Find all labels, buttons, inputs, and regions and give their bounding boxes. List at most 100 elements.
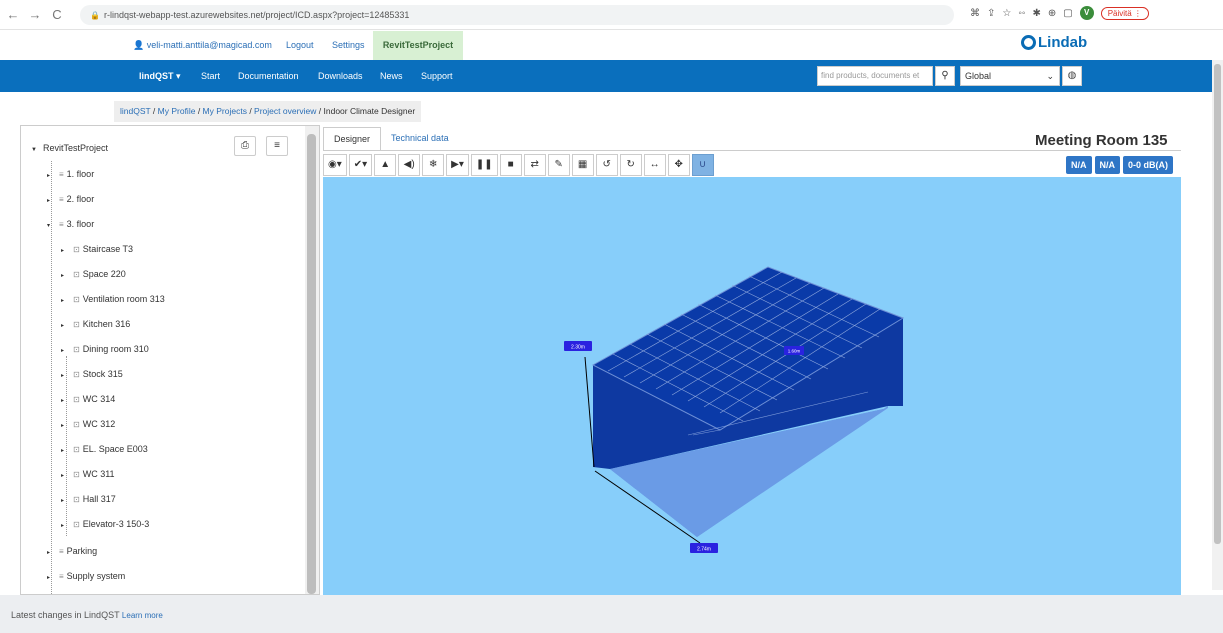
back-icon[interactable]: ← (4, 7, 22, 22)
url-text: r-lindqst-webapp-test.azurewebsites.net/… (103, 10, 410, 20)
room-icon: ⊡ (73, 370, 80, 379)
redo-icon[interactable]: ↻ (619, 154, 642, 176)
check-icon[interactable]: ✔▾ (348, 154, 373, 176)
settings-link[interactable]: Settings (332, 40, 365, 50)
tree-floor-3[interactable]: ▾ ≡ 3. floor (47, 219, 94, 229)
space-label: Hall 317 (82, 494, 116, 504)
move-icon[interactable]: ✥ (667, 154, 690, 176)
warning-icon[interactable]: ▲ (374, 154, 397, 176)
translate-icon[interactable]: ⌘ (970, 8, 980, 19)
extensions-icon[interactable]: ✱ (1032, 8, 1040, 19)
star-icon[interactable]: ☆ (1002, 8, 1011, 19)
space-label: WC 312 (82, 419, 116, 429)
play-icon[interactable]: ▶▾ (446, 154, 469, 176)
tree-space[interactable]: ▸ ⊡ Dining room 310 (61, 344, 149, 354)
tree-root-label: RevitTestProject (42, 143, 108, 153)
floor-label: 2. floor (66, 194, 95, 204)
tree-space[interactable]: ▸ ⊡ Staircase T3 (61, 244, 133, 254)
tree-floor-1[interactable]: ▸ ≡ 1. floor (47, 169, 94, 179)
tab-technical-data[interactable]: Technical data (381, 127, 459, 151)
magnet-icon[interactable]: ∪ (691, 154, 714, 176)
tree-space[interactable]: ▸ ⊡ WC 312 (61, 419, 115, 429)
floor-icon: ≡ (59, 220, 64, 229)
learn-more-link[interactable]: Learn more (122, 611, 163, 620)
project-tab[interactable]: RevitTestProject (373, 31, 463, 60)
sound-icon[interactable]: ◀) (398, 154, 421, 176)
status-badge: N/A (1094, 156, 1120, 174)
tree-space[interactable]: ▸ ⊡ EL. Space E003 (61, 444, 148, 454)
breadcrumb-overview[interactable]: Project overview (254, 106, 316, 116)
resize-horizontal-icon[interactable]: ↔ (643, 154, 666, 176)
collapsed-icon: ▸ (61, 473, 65, 479)
status-badge: N/A (1066, 156, 1092, 174)
breadcrumb-profile[interactable]: My Profile (158, 106, 196, 116)
tree-scrollbar[interactable] (305, 126, 319, 594)
download-icon[interactable]: ⊕ (1048, 8, 1056, 19)
tree-space[interactable]: ▸ ⊡ WC 314 (61, 394, 115, 404)
update-button[interactable]: Päivitä ⋮ (1100, 6, 1149, 20)
main-navbar: lindQST ▾ Start Documentation Downloads … (0, 60, 1212, 92)
tree-space[interactable]: ▸ ⊡ Stock 315 (61, 369, 123, 379)
search-icon[interactable]: ⚲ (935, 66, 955, 86)
tree-space[interactable]: ▸ ⊡ Ventilation room 313 (61, 294, 165, 304)
print-button[interactable]: ⎙ (234, 136, 256, 156)
undo-icon[interactable]: ↺ (595, 154, 618, 176)
floor-icon: ≡ (59, 547, 64, 556)
tree-space[interactable]: ▸ ⊡ Elevator-3 150-3 (61, 519, 149, 529)
room-3d-canvas[interactable]: 2.30m 1.60m 2.74m (323, 177, 1181, 595)
room-icon: ⊡ (73, 395, 80, 404)
stop-icon[interactable]: ■ (499, 154, 522, 176)
space-label: Dining room 310 (82, 344, 149, 354)
address-bar[interactable]: 🔒 r-lindqst-webapp-test.azurewebsites.net… (80, 5, 954, 25)
tree-scroll-thumb[interactable] (307, 134, 316, 594)
pencil-icon[interactable]: ✎ (547, 154, 570, 176)
forward-icon[interactable]: → (26, 7, 44, 22)
space-label: Space 220 (82, 269, 126, 279)
globe-icon[interactable]: ◍ (1062, 66, 1082, 86)
tabs-divider (323, 150, 1181, 151)
floor-icon: ≡ (59, 195, 64, 204)
reload-icon[interactable]: C (48, 7, 66, 22)
view-eye-icon[interactable]: ◉▾ (323, 154, 347, 176)
browser-toolbar: ← → C 🔒 r-lindqst-webapp-test.azurewebsit… (0, 0, 1223, 30)
region-select[interactable]: Global ⌄ (960, 66, 1060, 86)
swap-icon[interactable]: ⇄ (523, 154, 546, 176)
page-scroll-thumb[interactable] (1214, 64, 1221, 544)
page-scrollbar[interactable] (1212, 60, 1223, 590)
room-title: Meeting Room 135 (1035, 132, 1168, 149)
sidepanel-icon[interactable]: ▢ (1063, 8, 1072, 19)
nav-documentation[interactable]: Documentation (238, 71, 299, 81)
tree-floor-2[interactable]: ▸ ≡ 2. floor (47, 194, 94, 204)
lindab-logo[interactable]: Lindab (1021, 34, 1087, 51)
collapsed-icon: ▸ (47, 550, 51, 556)
collapsed-icon: ▸ (61, 298, 65, 304)
tree-space[interactable]: ▸ ⊡ Hall 317 (61, 494, 116, 504)
tree-space[interactable]: ▸ ⊡ Kitchen 316 (61, 319, 130, 329)
tab-search-icon[interactable]: ◦◦ (1018, 8, 1025, 19)
menu-button[interactable]: ≡ (266, 136, 288, 156)
tree-space[interactable]: ▸ ⊡ WC 311 (61, 469, 115, 479)
tree-space[interactable]: ▸ ⊡ Space 220 (61, 269, 126, 279)
nav-downloads[interactable]: Downloads (318, 71, 363, 81)
space-label: Staircase T3 (82, 244, 134, 254)
share-icon[interactable]: ⇪ (987, 8, 995, 19)
user-email[interactable]: 👤 veli-matti.anttila@magicad.com (133, 40, 272, 51)
logout-link[interactable]: Logout (286, 40, 314, 50)
pause-icon[interactable]: ❚❚ (470, 154, 498, 176)
tree-supply-system[interactable]: ▸ ≡ Supply system (47, 571, 125, 581)
nav-brand[interactable]: lindQST ▾ (139, 71, 181, 82)
snowflake-icon[interactable]: ❄ (422, 154, 445, 176)
nav-news[interactable]: News (380, 71, 403, 81)
tab-designer[interactable]: Designer (323, 127, 382, 151)
breadcrumb-lindqst[interactable]: lindQST (120, 106, 151, 116)
status-badges: N/A N/A 0-0 dB(A) (1066, 156, 1173, 174)
tree-root[interactable]: ▼ RevitTestProject (31, 143, 108, 153)
search-input[interactable]: find products, documents et (817, 66, 933, 86)
nav-start[interactable]: Start (201, 71, 220, 81)
space-label: Ventilation room 313 (82, 294, 165, 304)
profile-avatar[interactable]: V (1079, 6, 1094, 20)
nav-support[interactable]: Support (421, 71, 453, 81)
tree-parking[interactable]: ▸ ≡ Parking (47, 546, 97, 556)
breadcrumb-projects[interactable]: My Projects (203, 106, 247, 116)
grid-icon[interactable]: ▦ (571, 154, 594, 176)
